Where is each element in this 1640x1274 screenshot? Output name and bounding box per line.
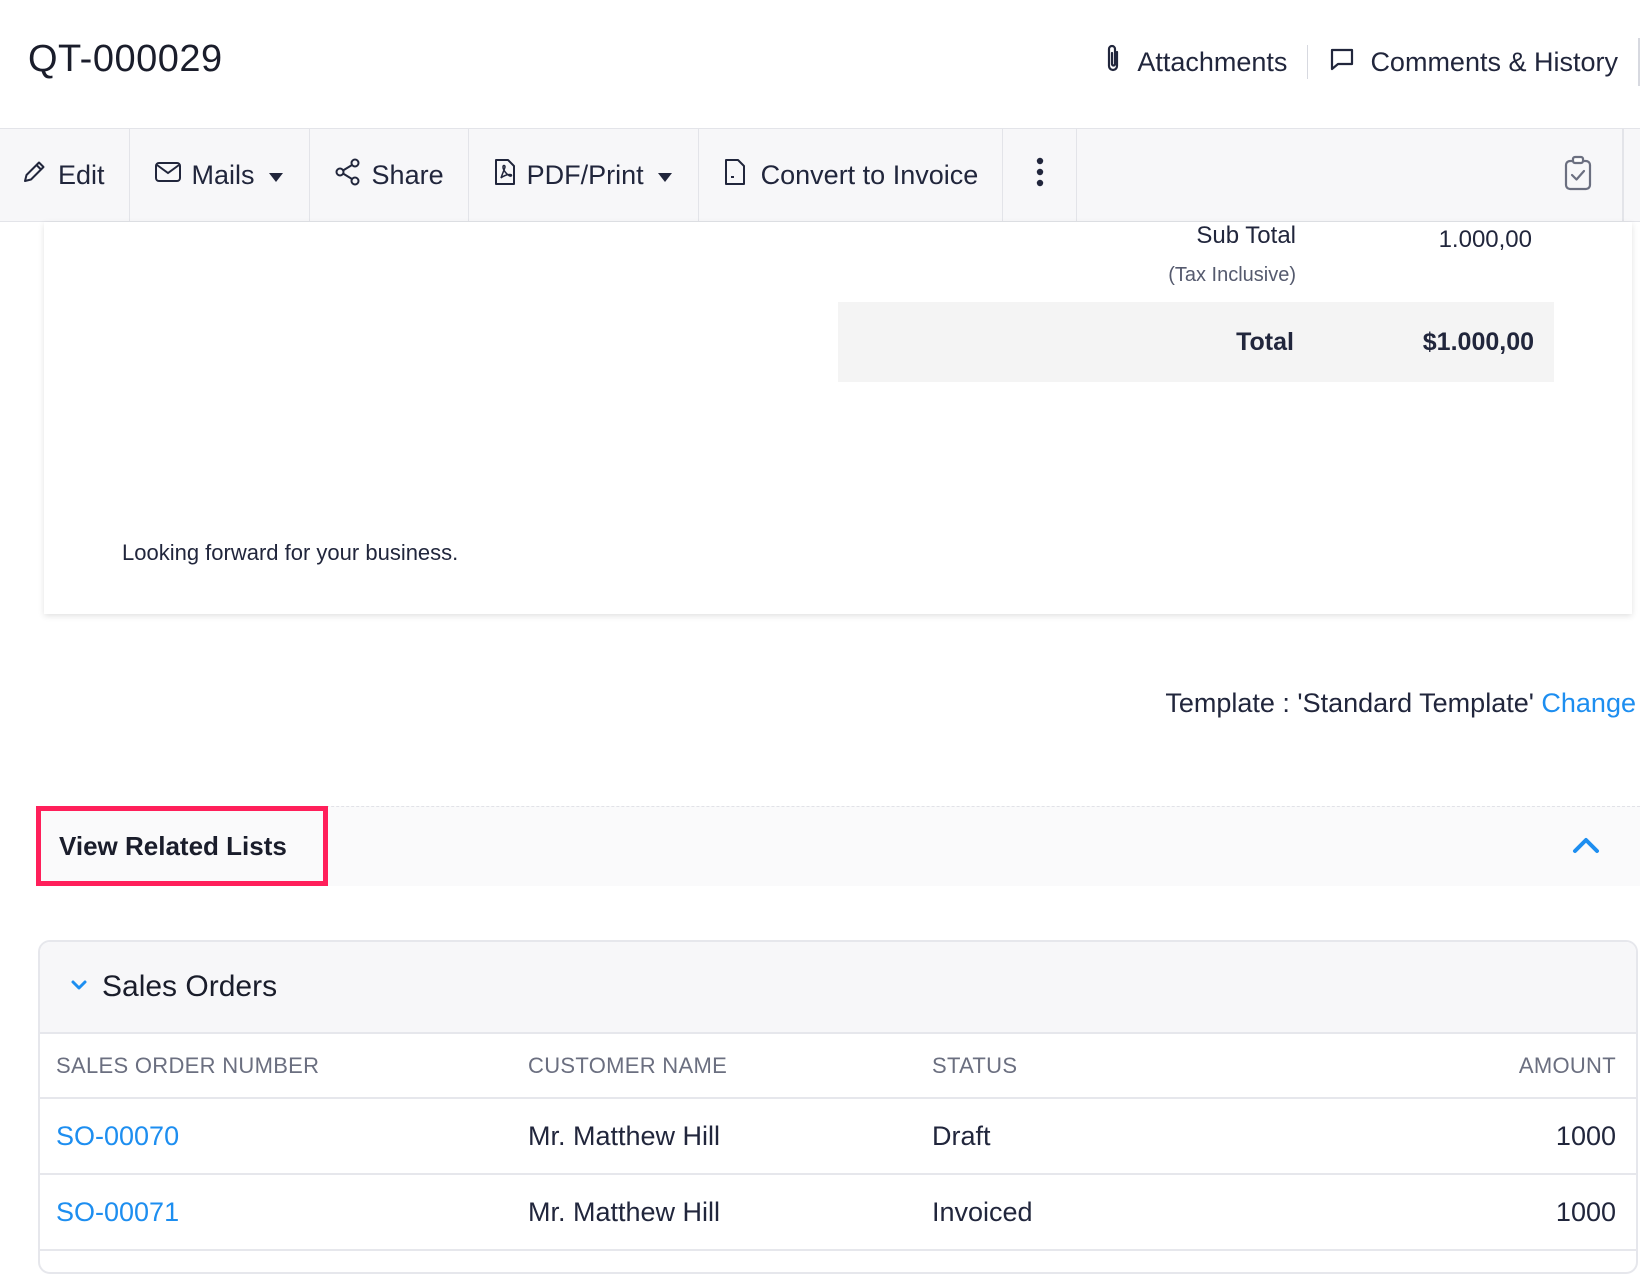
customer-name: Mr. Matthew Hill <box>528 1174 932 1251</box>
table-header-row: SALES ORDER NUMBER CUSTOMER NAME STATUS … <box>40 1034 1636 1099</box>
related-lists-bar: View Related Lists <box>36 806 1640 886</box>
total-label: Total <box>1236 328 1294 356</box>
comment-icon <box>1328 45 1370 80</box>
change-template-link[interactable]: Change <box>1541 688 1636 718</box>
caret-down-icon <box>656 160 674 191</box>
document-icon <box>723 158 761 193</box>
mails-label: Mails <box>191 159 255 190</box>
share-icon <box>334 158 372 193</box>
pdf-print-dropdown[interactable]: PDF/Print <box>469 129 699 221</box>
sales-orders-header[interactable]: Sales Orders <box>40 942 1636 1034</box>
total-value: $1.000,00 <box>1422 328 1534 356</box>
column-header[interactable]: AMOUNT <box>1352 1034 1636 1099</box>
divider <box>1307 45 1309 79</box>
share-button[interactable]: Share <box>310 129 469 221</box>
template-label: Template : 'Standard Template' <box>1165 688 1534 718</box>
table-row[interactable]: SO-00071 Mr. Matthew Hill Invoiced 1000 <box>40 1174 1636 1251</box>
attachments-link[interactable]: Attachments <box>1103 43 1287 82</box>
paperclip-icon <box>1103 43 1137 82</box>
amount: 1000 <box>1352 1098 1636 1175</box>
pdf-icon <box>493 158 527 193</box>
page-title: QT-000029 <box>28 38 223 80</box>
tax-inclusive-note: (Tax Inclusive) <box>1168 264 1296 286</box>
view-related-lists-toggle[interactable]: View Related Lists <box>36 806 328 886</box>
comments-history-link[interactable]: Comments & History <box>1328 45 1618 80</box>
attachments-label: Attachments <box>1137 46 1288 77</box>
chevron-down-icon <box>70 978 102 997</box>
edit-label: Edit <box>58 159 105 190</box>
subtotal-value: 1.000,00 <box>1438 226 1532 253</box>
status: Draft <box>932 1098 1352 1175</box>
pdf-print-label: PDF/Print <box>526 159 644 190</box>
total-row: Total $1.000,00 <box>838 302 1554 382</box>
sales-orders-table: SALES ORDER NUMBER CUSTOMER NAME STATUS … <box>40 1034 1636 1251</box>
edit-button[interactable]: Edit <box>0 129 130 221</box>
sales-order-number-link[interactable]: SO-00070 <box>40 1098 528 1175</box>
convert-to-invoice-label: Convert to Invoice <box>760 159 979 190</box>
comments-history-label: Comments & History <box>1370 46 1618 77</box>
sales-orders-panel: Sales Orders SALES ORDER NUMBER CUSTOMER… <box>38 940 1638 1274</box>
clipboard-check-icon <box>1563 155 1593 196</box>
convert-to-invoice-button[interactable]: Convert to Invoice <box>699 129 1004 221</box>
column-header[interactable]: STATUS <box>932 1034 1352 1099</box>
table-row[interactable]: SO-00070 Mr. Matthew Hill Draft 1000 <box>40 1098 1636 1175</box>
template-info: Template : 'Standard Template' Change <box>1165 688 1636 719</box>
customer-notes: Looking forward for your business. <box>122 540 459 565</box>
more-options-button[interactable] <box>1003 129 1078 221</box>
pencil-icon <box>20 158 58 193</box>
checklist-button[interactable] <box>1534 129 1624 221</box>
column-header[interactable]: CUSTOMER NAME <box>528 1034 932 1099</box>
subtotal-label: Sub Total <box>1196 222 1296 249</box>
sales-order-number-link[interactable]: SO-00071 <box>40 1174 528 1251</box>
more-icon <box>1035 156 1045 195</box>
customer-name: Mr. Matthew Hill <box>528 1098 932 1175</box>
share-label: Share <box>371 159 444 190</box>
amount: 1000 <box>1352 1174 1636 1251</box>
header-links: Attachments Comments & History <box>1103 38 1640 86</box>
column-header[interactable]: SALES ORDER NUMBER <box>40 1034 528 1099</box>
chevron-up-icon <box>1572 836 1600 859</box>
status: Invoiced <box>932 1174 1352 1251</box>
sales-orders-title: Sales Orders <box>102 970 278 1003</box>
mail-icon <box>154 160 192 191</box>
quote-preview: Sub Total 1.000,00 (Tax Inclusive) Total… <box>44 222 1632 614</box>
caret-down-icon <box>267 160 285 191</box>
page-header: QT-000029 Attachments Comments & History <box>0 0 1640 128</box>
toolbar: Edit Mails Share PDF/Print Convert to In… <box>0 128 1640 222</box>
mails-dropdown[interactable]: Mails <box>130 129 310 221</box>
collapse-related-button[interactable] <box>1566 827 1606 867</box>
